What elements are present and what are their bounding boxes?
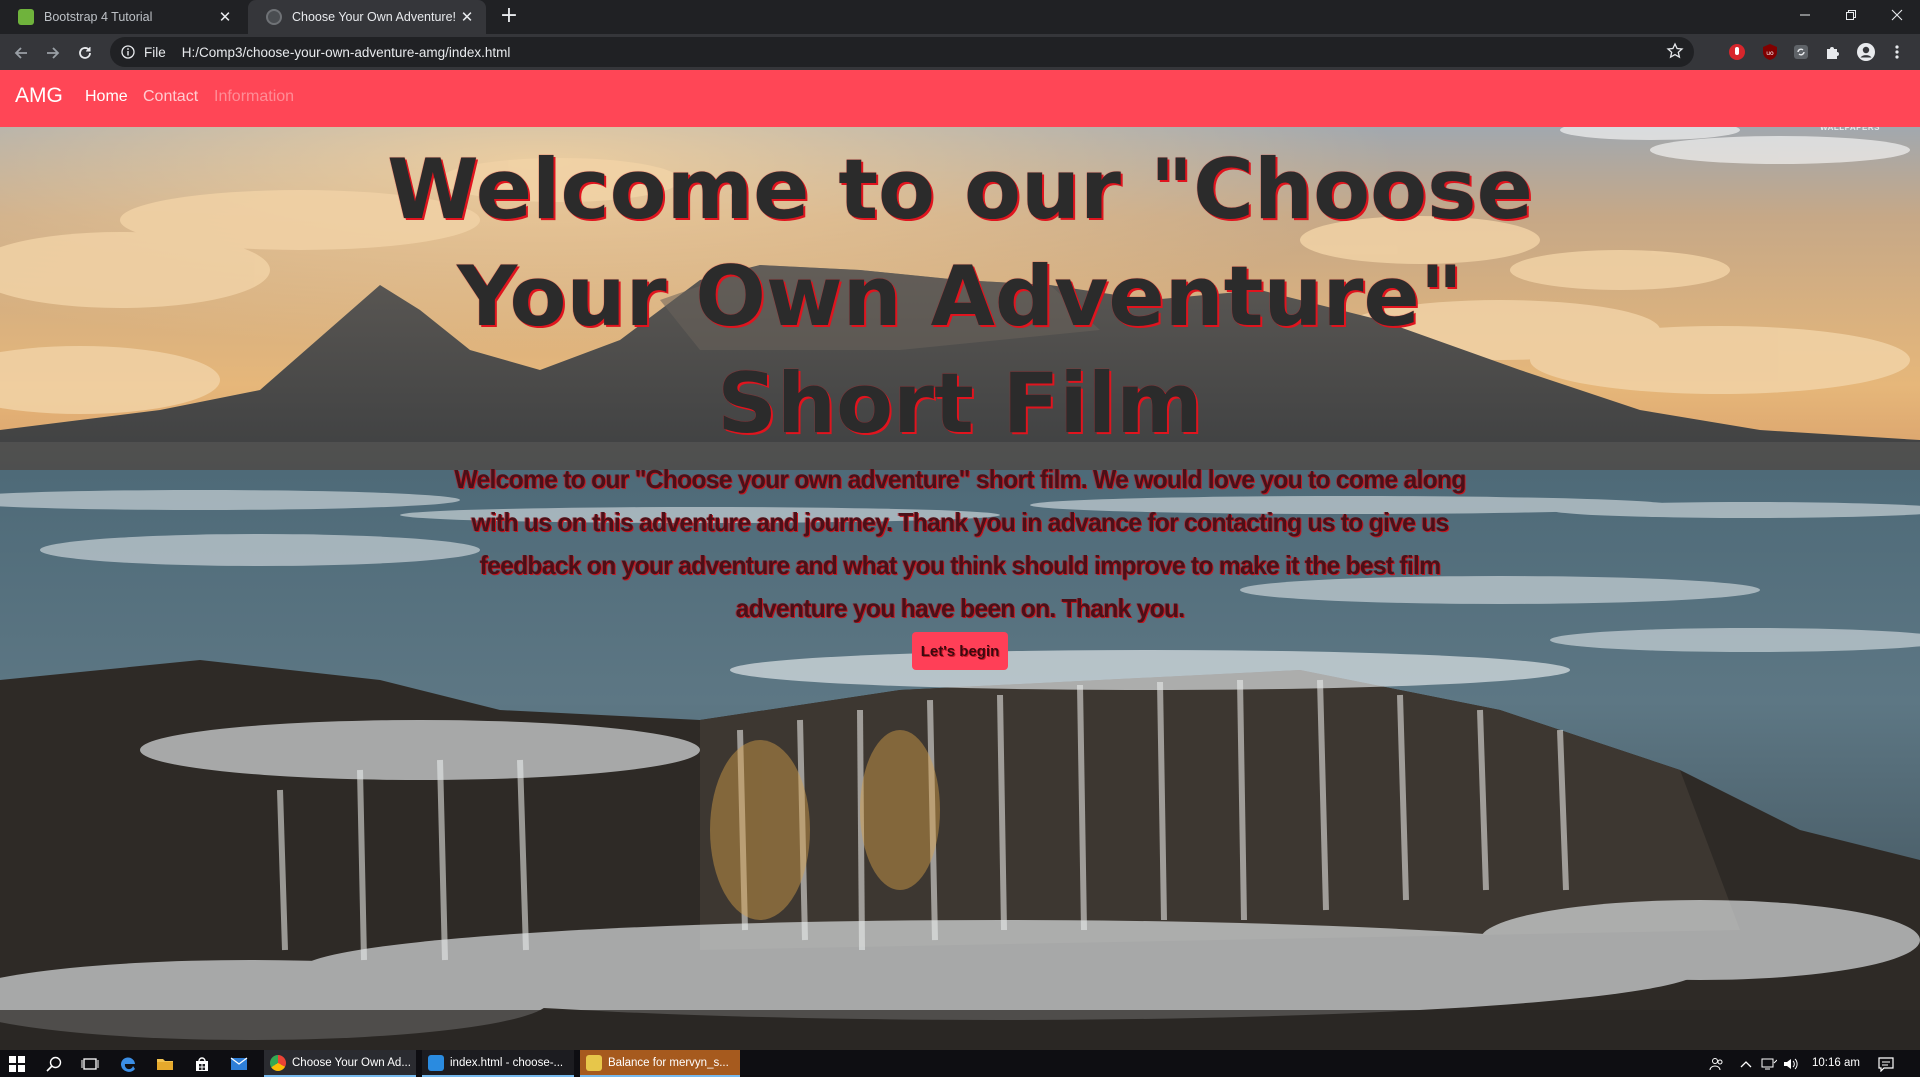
site-navbar: AMG Home Contact Information (0, 70, 1920, 127)
url-text[interactable]: H:/Comp3/choose-your-own-adventure-amg/i… (182, 45, 511, 60)
chrome-icon (270, 1054, 286, 1071)
page-viewport: AMG Home Contact Information WALLPAPERS … (0, 70, 1920, 1050)
lets-begin-button[interactable]: Let's begin (912, 632, 1008, 670)
globe-favicon-icon (266, 9, 282, 25)
close-icon[interactable]: ✕ (458, 8, 476, 26)
tab-title: Bootstrap 4 Tutorial (44, 10, 153, 24)
hero-title: Welcome to our "Choose Your Own Adventur… (387, 141, 1533, 452)
svg-text:uo: uo (1766, 50, 1774, 57)
network-icon[interactable] (1759, 1054, 1779, 1074)
search-icon[interactable] (43, 1053, 65, 1075)
microsoft-store-icon[interactable] (191, 1053, 213, 1075)
window-minimize-icon[interactable] (1782, 0, 1828, 30)
nav-link-contact[interactable]: Contact (143, 88, 198, 106)
windows-start-icon[interactable] (6, 1053, 28, 1075)
action-center-icon[interactable] (1875, 1053, 1897, 1075)
windows-taskbar: Choose Your Own Ad... index.html - choos… (0, 1050, 1920, 1077)
volume-icon[interactable] (1781, 1054, 1801, 1074)
browser-tab-strip: Bootstrap 4 Tutorial ✕ Choose Your Own A… (0, 0, 1920, 34)
extension-red-icon[interactable] (1726, 41, 1748, 63)
taskbar-app-label: index.html - choose-... (450, 1056, 564, 1069)
task-view-icon[interactable] (79, 1053, 101, 1075)
file-explorer-icon[interactable] (154, 1053, 176, 1075)
extension-sync-icon[interactable] (1790, 41, 1812, 63)
info-circle-icon[interactable] (118, 42, 138, 62)
tab-choose-your-own-adventure[interactable]: Choose Your Own Adventure! | H ✕ (248, 0, 486, 34)
tab-title: Choose Your Own Adventure! | H (292, 10, 458, 24)
taskbar-app-label: Balance for mervyn_s... (608, 1056, 729, 1069)
taskbar-app-label: Choose Your Own Ad... (292, 1056, 411, 1069)
new-tab-plus-icon[interactable]: + (497, 5, 521, 29)
reload-icon[interactable] (72, 40, 98, 66)
taskbar-app-balance[interactable]: Balance for mervyn_s... (580, 1050, 740, 1077)
ublock-origin-icon[interactable]: uo (1759, 41, 1781, 63)
profile-avatar-icon[interactable] (1855, 41, 1877, 63)
nav-link-information[interactable]: Information (214, 88, 294, 106)
close-icon[interactable]: ✕ (216, 8, 234, 26)
back-arrow-icon[interactable] (8, 40, 34, 66)
taskbar-app-vscode[interactable]: index.html - choose-... (422, 1050, 574, 1077)
chevron-up-icon[interactable] (1736, 1054, 1756, 1074)
kebab-menu-icon[interactable] (1886, 41, 1908, 63)
nav-link-home[interactable]: Home (85, 88, 128, 106)
hero-description: Welcome to our "Choose your own adventur… (454, 464, 1466, 623)
people-icon[interactable] (1707, 1054, 1727, 1074)
edge-browser-icon[interactable] (117, 1053, 139, 1075)
taskbar-clock[interactable]: 10:16 am (1812, 1057, 1860, 1069)
notepad-icon (586, 1054, 602, 1071)
mail-icon[interactable] (228, 1053, 250, 1075)
bookmark-star-icon[interactable] (1666, 42, 1686, 62)
window-close-icon[interactable] (1874, 0, 1920, 30)
browser-toolbar: File H:/Comp3/choose-your-own-adventure-… (0, 34, 1920, 70)
address-bar[interactable]: File H:/Comp3/choose-your-own-adventure-… (110, 37, 1694, 67)
forward-arrow-icon[interactable] (40, 40, 66, 66)
extensions-puzzle-icon[interactable] (1822, 41, 1844, 63)
w3schools-favicon-icon (18, 9, 34, 25)
taskbar-app-chrome[interactable]: Choose Your Own Ad... (264, 1050, 416, 1077)
navbar-brand[interactable]: AMG (15, 84, 63, 108)
window-restore-icon[interactable] (1828, 0, 1874, 30)
url-scheme-label: File (144, 44, 166, 60)
vscode-icon (428, 1054, 444, 1071)
tab-bootstrap-tutorial[interactable]: Bootstrap 4 Tutorial ✕ (0, 0, 244, 34)
